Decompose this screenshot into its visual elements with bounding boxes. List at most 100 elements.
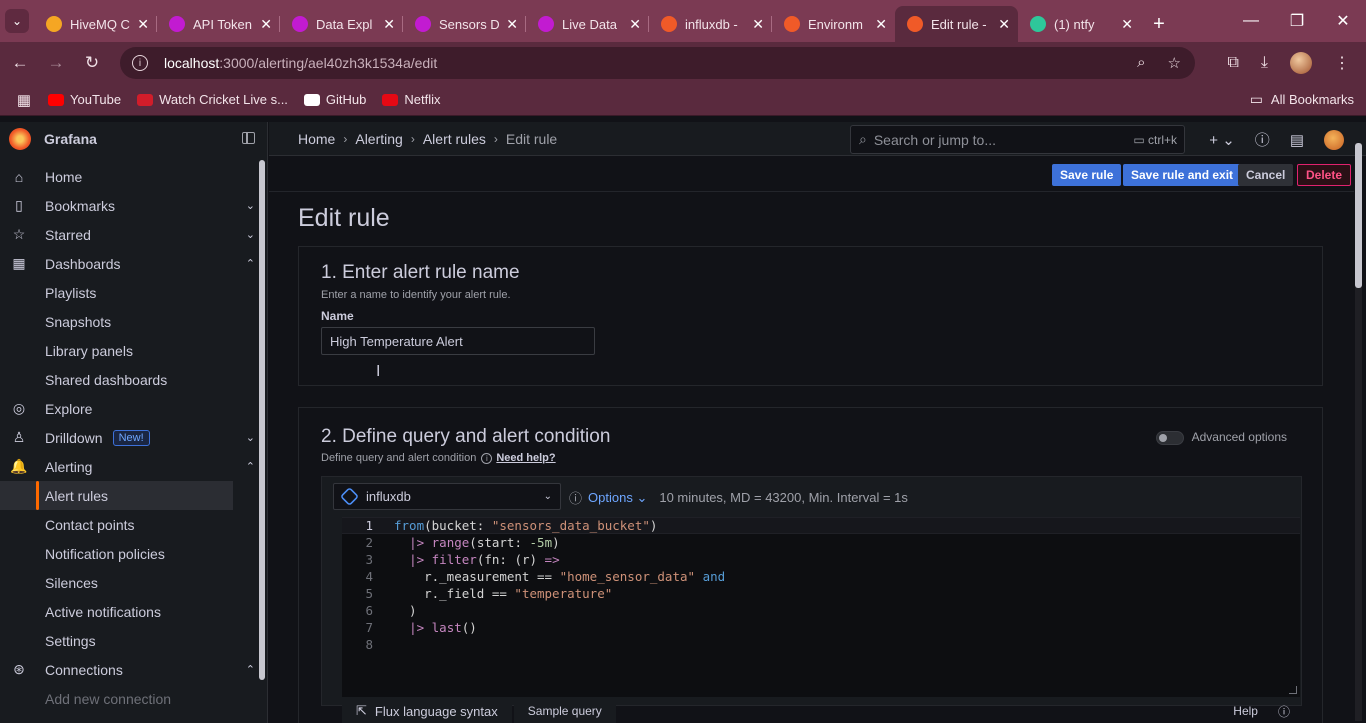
close-icon[interactable]: ✕ bbox=[752, 16, 764, 33]
advanced-options-toggle[interactable] bbox=[1156, 431, 1184, 445]
zoom-icon[interactable]: ⌕ bbox=[1137, 54, 1145, 72]
grafana-logo-icon[interactable] bbox=[9, 128, 31, 150]
breadcrumb-home[interactable]: Home bbox=[298, 131, 335, 147]
sidebar-item-active-notifications[interactable]: Active notifications bbox=[0, 597, 267, 626]
close-icon[interactable]: ✕ bbox=[506, 16, 518, 33]
help-icon[interactable]: ⓘ bbox=[1255, 129, 1270, 150]
browser-tab[interactable]: Live Data ✕ bbox=[526, 6, 649, 42]
flux-syntax-link[interactable]: ⇱ Flux language syntax bbox=[342, 699, 512, 723]
apps-grid-icon[interactable]: ▦ bbox=[0, 91, 48, 109]
back-button[interactable]: ← bbox=[2, 53, 38, 73]
close-icon[interactable]: ✕ bbox=[875, 16, 887, 33]
query-options-button[interactable]: Options ⌄ bbox=[588, 490, 647, 506]
sample-query-tab[interactable]: Sample query bbox=[513, 699, 616, 723]
sidebar-item-starred[interactable]: ☆ Starred ⌄ bbox=[0, 220, 267, 249]
browser-menu-icon[interactable]: ⋮ bbox=[1334, 53, 1350, 73]
datasource-select[interactable]: influxdb ⌄ bbox=[333, 483, 561, 510]
editor-resize-handle[interactable] bbox=[1289, 686, 1297, 694]
sidebar-scrollbar[interactable] bbox=[259, 160, 265, 680]
all-bookmarks-button[interactable]: ▭ All Bookmarks bbox=[1250, 91, 1354, 108]
chevron-icon[interactable]: ⌄ bbox=[246, 228, 255, 241]
sidebar-item-alerting[interactable]: 🔔 Alerting ⌃ bbox=[0, 452, 267, 481]
user-avatar[interactable] bbox=[1324, 129, 1344, 150]
sidebar-item-silences[interactable]: Silences bbox=[0, 568, 267, 597]
flux-code-editor[interactable]: 1 from (bucket: "sensors_data_bucket") 2 |… bbox=[342, 517, 1300, 697]
maximize-button[interactable]: ❐ bbox=[1274, 11, 1320, 31]
bookmark-item[interactable]: Netflix bbox=[382, 92, 441, 107]
sidebar-item-drilldown[interactable]: ♙ Drilldown New! ⌄ bbox=[0, 423, 267, 452]
profile-avatar[interactable] bbox=[1290, 52, 1312, 74]
sidebar-item-connections[interactable]: ⊛ Connections ⌃ bbox=[0, 655, 267, 684]
chevron-icon[interactable]: ⌃ bbox=[246, 663, 255, 676]
forward-button[interactable]: → bbox=[38, 53, 74, 73]
browser-tab[interactable]: influxdb - ✕ bbox=[649, 6, 772, 42]
close-icon[interactable]: ✕ bbox=[998, 16, 1010, 33]
bookmark-item[interactable]: GitHub bbox=[303, 92, 366, 107]
sidebar-item-playlists[interactable]: Playlists bbox=[0, 278, 267, 307]
bookmark-item[interactable]: Watch Cricket Live s... bbox=[137, 92, 288, 107]
breadcrumb-alert-rules[interactable]: Alert rules bbox=[423, 131, 486, 147]
close-icon[interactable]: ✕ bbox=[260, 16, 272, 33]
url-input[interactable]: i localhost:3000/alerting/ael40zh3k1534a… bbox=[120, 47, 1195, 79]
download-icon[interactable]: ⤓ bbox=[1261, 54, 1268, 72]
delete-button[interactable]: Delete bbox=[1297, 164, 1352, 186]
bookmark-label: Netflix bbox=[404, 92, 441, 107]
rule-name-input[interactable] bbox=[321, 327, 595, 355]
save-rule-button[interactable]: Save rule bbox=[1052, 164, 1122, 186]
sidebar-item-notification-policies[interactable]: Notification policies bbox=[0, 539, 267, 568]
browser-tab[interactable]: (1) ntfy ✕ bbox=[1018, 6, 1141, 42]
minimize-button[interactable]: — bbox=[1228, 12, 1274, 30]
new-tab-button[interactable]: + bbox=[1141, 6, 1177, 42]
need-help-link[interactable]: Need help? bbox=[496, 452, 555, 464]
tab-favicon-icon bbox=[907, 16, 923, 32]
sidebar-item-alert-rules[interactable]: Alert rules bbox=[0, 481, 233, 510]
save-rule-and-exit-button[interactable]: Save rule and exit bbox=[1123, 164, 1242, 186]
browser-tab[interactable]: Data Expl ✕ bbox=[280, 6, 403, 42]
sidebar-item-home[interactable]: ⌂ Home bbox=[0, 162, 267, 191]
sidebar-item-label: Shared dashboards bbox=[45, 371, 168, 388]
browser-tab[interactable]: HiveMQ C ✕ bbox=[34, 6, 157, 42]
close-window-button[interactable]: ✕ bbox=[1320, 11, 1366, 31]
close-icon[interactable]: ✕ bbox=[137, 16, 149, 33]
close-icon[interactable]: ✕ bbox=[1121, 16, 1133, 33]
sidebar-item-snapshots[interactable]: Snapshots bbox=[0, 307, 267, 336]
browser-tab-strip: ⌄ HiveMQ C ✕ API Token ✕ Data Expl ✕ Sensors D… bbox=[0, 0, 1366, 42]
sidebar-item-explore[interactable]: ◎ Explore bbox=[0, 394, 267, 423]
browser-tab[interactable]: Sensors D ✕ bbox=[403, 6, 526, 42]
chevron-icon[interactable]: ⌃ bbox=[246, 257, 255, 270]
news-icon[interactable]: ▤ bbox=[1290, 131, 1304, 149]
help-button[interactable]: Help bbox=[1233, 704, 1258, 718]
sidebar-item-add-new-connection[interactable]: Add new connection bbox=[0, 684, 267, 713]
add-new-button[interactable]: + ⌄ bbox=[1209, 131, 1235, 149]
breadcrumb-alerting[interactable]: Alerting bbox=[355, 131, 402, 147]
page-scrollbar[interactable] bbox=[1355, 143, 1362, 721]
bookmark-star-icon[interactable]: ☆ bbox=[1168, 54, 1181, 72]
dock-menu-icon[interactable] bbox=[242, 132, 255, 144]
chevron-icon[interactable]: ⌄ bbox=[246, 431, 255, 444]
sidebar-item-contact-points[interactable]: Contact points bbox=[0, 510, 267, 539]
extensions-icon[interactable]: ⧉ bbox=[1227, 54, 1238, 72]
close-icon[interactable]: ✕ bbox=[629, 16, 641, 33]
chevron-icon[interactable]: ⌃ bbox=[246, 460, 255, 473]
sidebar-item-bookmarks[interactable]: ▯ Bookmarks ⌄ bbox=[0, 191, 267, 220]
tab-title: Sensors D bbox=[439, 16, 500, 32]
dashboards-icon: ▦ bbox=[12, 255, 26, 271]
sidebar-item-dashboards[interactable]: ▦ Dashboards ⌃ bbox=[0, 249, 267, 278]
close-icon[interactable]: ✕ bbox=[383, 16, 395, 33]
tab-favicon-icon bbox=[46, 16, 62, 32]
site-info-icon[interactable]: i bbox=[132, 55, 148, 71]
tab-search-button[interactable]: ⌄ bbox=[0, 0, 34, 42]
bookmark-item[interactable]: YouTube bbox=[48, 92, 121, 107]
sidebar-item-settings[interactable]: Settings bbox=[0, 626, 267, 655]
search-input[interactable]: ⌕ Search or jump to... ▭ ctrl+k bbox=[850, 125, 1185, 154]
cancel-button[interactable]: Cancel bbox=[1238, 164, 1294, 186]
browser-tab[interactable]: Environm ✕ bbox=[772, 6, 895, 42]
browser-tab[interactable]: Edit rule - ✕ bbox=[895, 6, 1018, 42]
sidebar-item-library-panels[interactable]: Library panels bbox=[0, 336, 267, 365]
bookmark-label: YouTube bbox=[70, 92, 122, 107]
advanced-options-label: Advanced options bbox=[1191, 430, 1287, 444]
sidebar-item-shared-dashboards[interactable]: Shared dashboards bbox=[0, 365, 267, 394]
chevron-icon[interactable]: ⌄ bbox=[246, 199, 255, 212]
reload-button[interactable]: ↻ bbox=[74, 53, 110, 73]
browser-tab[interactable]: API Token ✕ bbox=[157, 6, 280, 42]
